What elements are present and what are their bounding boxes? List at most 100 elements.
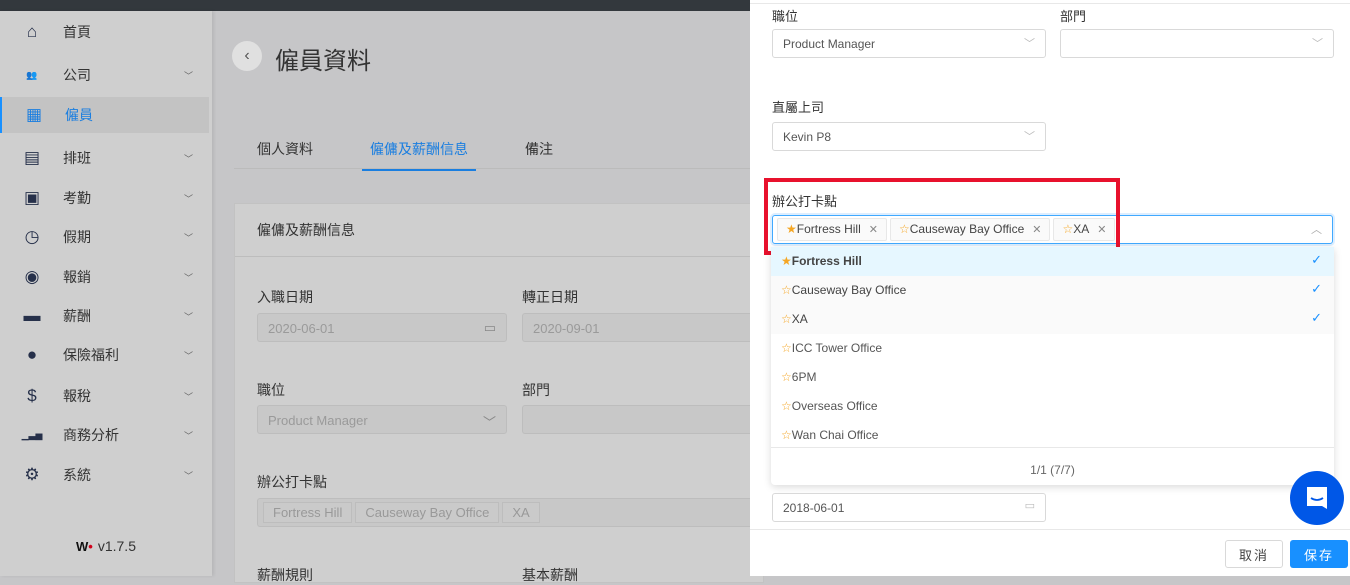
star-outline-icon: ☆ [781, 341, 792, 355]
money-bag-icon: $ [27, 386, 37, 405]
divider [234, 168, 754, 169]
chevron-down-icon: ﹀ [184, 272, 194, 283]
back-button[interactable]: ‹ [232, 41, 262, 71]
star-outline-icon: ☆ [781, 428, 792, 442]
highlight-box [764, 178, 1120, 255]
bar-chart-icon: ▁▃▅ [21, 429, 43, 440]
layout-icon: ▤ [23, 148, 41, 167]
checkin-tag: XA [502, 502, 540, 523]
department-label: 部門 [522, 382, 550, 398]
clock-calendar-icon: ◷ [24, 227, 40, 246]
position-label: 職位 [257, 382, 285, 398]
sidebar-item-3[interactable]: ▤ 排班 ﹀ [0, 140, 209, 176]
dropdown-option[interactable]: ☆Causeway Bay Office ✓ [771, 276, 1334, 305]
divider [750, 529, 1350, 530]
salary-rule-label: 薪酬規則 [257, 567, 313, 583]
sidebar-item-2[interactable]: ▦ 僱員 [0, 97, 209, 133]
calendar-icon: ▭ [483, 320, 496, 335]
dropdown-option[interactable]: ★Fortress Hill ✓ [771, 247, 1334, 276]
check-icon: ✓ [1311, 310, 1322, 325]
save-button[interactable]: 保存 [1290, 540, 1348, 568]
piggy-bank-icon: ● [26, 345, 38, 364]
department-select[interactable] [522, 405, 767, 434]
confirm-date-field[interactable]: 2020-09-01 [522, 313, 767, 342]
divider [750, 3, 1350, 4]
dropdown-option[interactable]: ☆6PM [771, 363, 1334, 392]
sidebar-item-label: 假期 [63, 229, 91, 245]
cancel-button[interactable]: 取消 [1225, 540, 1283, 568]
manager-label: 直屬上司 [772, 100, 825, 115]
join-date-field[interactable]: 2020-06-01 ▭ [257, 313, 507, 342]
chevron-up-icon[interactable]: ︿ [1311, 221, 1322, 237]
join-date-label: 入職日期 [257, 289, 313, 305]
tab-notes[interactable]: 備注 [525, 139, 553, 171]
sidebar-item-label: 首頁 [63, 24, 91, 40]
sidebar-item-6[interactable]: ◉ 報銷 ﹀ [0, 259, 209, 295]
sidebar-item-1[interactable]: 👥 公司 ﹀ [0, 57, 209, 93]
check-icon: ✓ [1311, 281, 1322, 296]
position-select[interactable]: Product Manager ﹀ [772, 29, 1046, 58]
chevron-down-icon: ﹀ [482, 415, 496, 430]
sidebar-item-5[interactable]: ◷ 假期 ﹀ [0, 219, 209, 255]
sidebar-item-11[interactable]: ⚙ 系統 ﹀ [0, 457, 209, 493]
employment-card: 僱傭及薪酬信息 入職日期 2020-06-01 ▭ 轉正日期 2020-09-01… [234, 203, 767, 583]
check-icon: ✓ [1311, 252, 1322, 267]
checkin-tag: Fortress Hill [263, 502, 353, 523]
base-salary-label: 基本薪酬 [522, 567, 578, 583]
chat-button[interactable] [1290, 471, 1344, 525]
dropdown-option[interactable]: ☆Wan Chai Office [771, 421, 1334, 450]
dropdown-option[interactable]: ☆Overseas Office [771, 392, 1334, 421]
tab-employment[interactable]: 僱傭及薪酬信息 [362, 139, 476, 171]
sidebar-item-label: 僱員 [65, 107, 93, 123]
department-label: 部門 [1060, 9, 1087, 24]
chevron-down-icon: ﹀ [1024, 38, 1035, 50]
checkin-field[interactable]: Fortress Hill Causeway Bay Office XA [257, 498, 767, 527]
tab-personal[interactable]: 個人資料 [257, 139, 313, 171]
sidebar-item-7[interactable]: ▬ 薪酬 ﹀ [0, 298, 209, 334]
money-cycle-icon: ◉ [24, 267, 40, 286]
chevron-down-icon: ﹀ [184, 430, 194, 441]
checkin-label: 辦公打卡點 [257, 474, 327, 490]
sidebar-item-label: 考勤 [63, 190, 91, 206]
sidebar-item-0[interactable]: ⌂ 首頁 [0, 14, 209, 50]
star-outline-icon: ☆ [781, 283, 792, 297]
pagination: 1/1 (7/7) [771, 447, 1334, 477]
wallet-icon: ▬ [23, 306, 41, 325]
sidebar-item-label: 系統 [63, 467, 91, 483]
chevron-down-icon: ﹀ [1312, 38, 1323, 50]
chevron-down-icon: ﹀ [184, 232, 194, 243]
sidebar-item-10[interactable]: ▁▃▅ 商務分析 ﹀ [0, 417, 209, 453]
sidebar-item-label: 報稅 [63, 388, 91, 404]
sidebar-item-label: 報銷 [63, 269, 91, 285]
sidebar-item-8[interactable]: ● 保險福利 ﹀ [0, 337, 209, 373]
dashboard-icon: ▦ [25, 105, 43, 124]
dropdown-option[interactable]: ☆ICC Tower Office [771, 334, 1334, 363]
chevron-down-icon: ﹀ [184, 391, 194, 402]
calendar-icon: ▣ [23, 188, 41, 207]
chevron-down-icon: ﹀ [1024, 131, 1035, 143]
confirm-date-label: 轉正日期 [522, 289, 578, 305]
chevron-down-icon: ﹀ [184, 350, 194, 361]
star-filled-icon: ★ [781, 254, 792, 268]
divider [235, 256, 763, 257]
sidebar: W• v1.7.5 ⌂ 首頁 👥 公司 ﹀ ▦ 僱員 ▤ 排班 ﹀ ▣ 考勤 ﹀ ◷ 假期 ﹀ ◉ 報銷 ﹀ ▬ 薪酬 ﹀… [0, 11, 212, 576]
department-select[interactable]: ﹀ [1060, 29, 1334, 58]
page-title: 僱員資料 [275, 48, 371, 75]
sidebar-item-label: 公司 [63, 67, 91, 83]
star-outline-icon: ☆ [781, 312, 792, 326]
position-select[interactable]: Product Manager ﹀ [257, 405, 507, 434]
sidebar-item-label: 薪酬 [63, 308, 91, 324]
checkin-tag: Causeway Bay Office [355, 502, 500, 523]
version: W• v1.7.5 [76, 538, 136, 554]
checkin-dropdown: ★Fortress Hill ✓ ☆Causeway Bay Office ✓ ☆XA ✓… [771, 247, 1334, 485]
position-label: 職位 [772, 9, 799, 24]
sidebar-item-9[interactable]: $ 報稅 ﹀ [0, 378, 209, 414]
sidebar-item-label: 保險福利 [63, 347, 119, 363]
logo-icon: W• [76, 538, 93, 554]
top-bar [0, 0, 750, 11]
manager-select[interactable]: Kevin P8 ﹀ [772, 122, 1046, 151]
sidebar-item-4[interactable]: ▣ 考勤 ﹀ [0, 180, 209, 216]
date-field[interactable]: 2018-06-01 ▭ [772, 493, 1046, 522]
dropdown-option[interactable]: ☆XA ✓ [771, 305, 1334, 334]
edit-drawer: 職位 Product Manager ﹀ 部門 ﹀ 直屬上司 Kevin P8 ﹀ … [750, 0, 1350, 576]
